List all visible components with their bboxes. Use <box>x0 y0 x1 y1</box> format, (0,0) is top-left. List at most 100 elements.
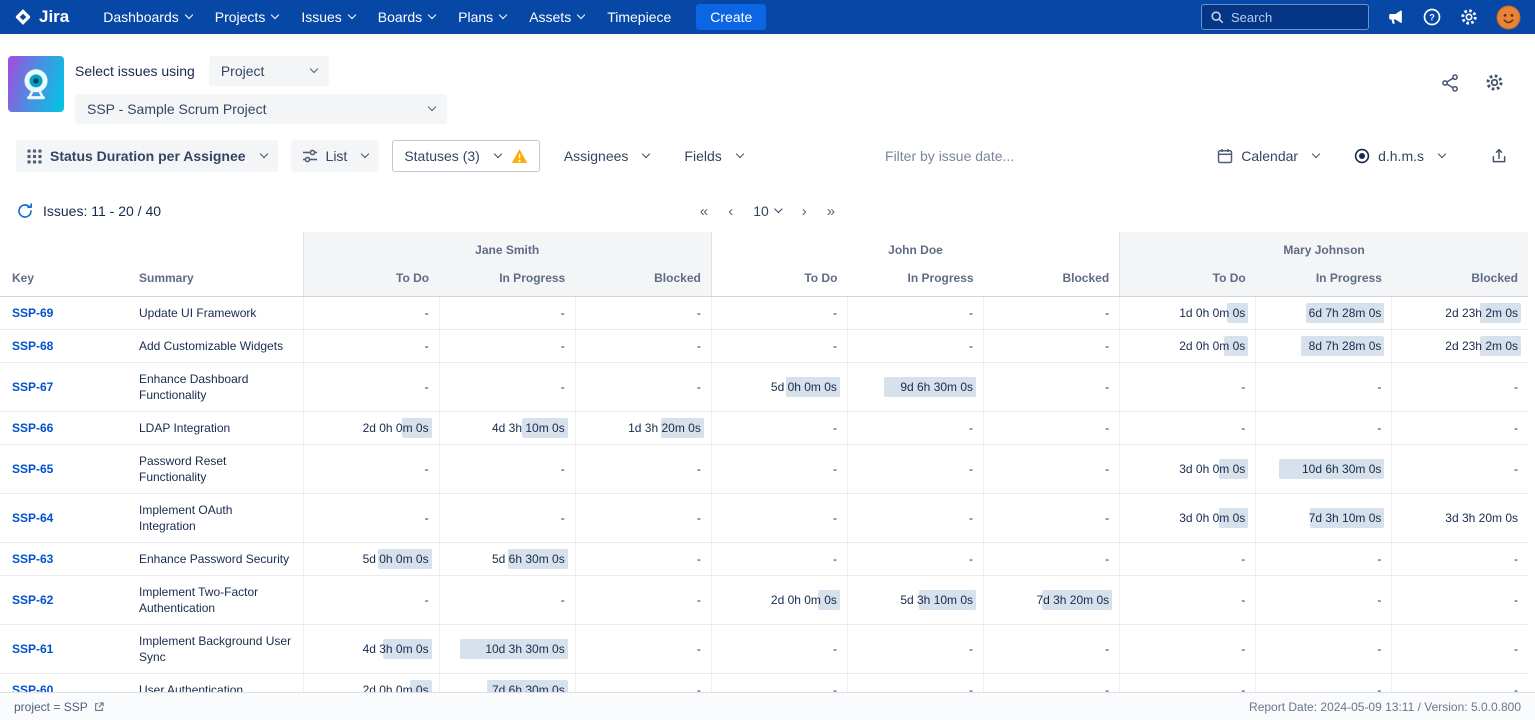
duration-value: 1d 3h 20m 0s <box>628 421 701 435</box>
duration-cell: 2d 23h 2m 0s <box>1392 297 1528 330</box>
issue-date-filter-input[interactable] <box>885 148 1075 164</box>
nav-item-boards[interactable]: Boards <box>378 9 435 25</box>
chevron-down-icon <box>577 11 585 19</box>
duration-value: 2d 0h 0m 0s <box>1179 339 1245 353</box>
duration-cell-empty: - <box>984 494 1120 543</box>
share-icon[interactable] <box>1440 73 1460 93</box>
jql-filter-link[interactable]: project = SSP <box>14 700 105 714</box>
refresh-button[interactable] <box>16 202 34 220</box>
chevron-down-icon <box>494 150 502 158</box>
duration-cell-empty: - <box>984 445 1120 494</box>
nav-item-projects[interactable]: Projects <box>215 9 279 25</box>
issue-key-link[interactable]: SSP-64 <box>12 511 53 525</box>
duration-value: 5d 0h 0m 0s <box>363 552 429 566</box>
announcements-icon[interactable] <box>1386 8 1405 27</box>
footer: project = SSP Report Date: 2024-05-09 13… <box>0 692 1535 720</box>
duration-cell: 5d 6h 30m 0s <box>439 543 575 576</box>
issue-key-link[interactable]: SSP-63 <box>12 552 53 566</box>
duration-cell: 6d 7h 28m 0s <box>1256 297 1392 330</box>
duration-cell: 3d 0h 0m 0s <box>1120 494 1256 543</box>
report-settings-gear-icon[interactable] <box>1484 72 1505 93</box>
issue-source-mode-select[interactable]: Project <box>209 56 329 86</box>
next-page-button[interactable]: › <box>802 203 807 220</box>
duration-cell-empty: - <box>1120 543 1256 576</box>
nav-item-dashboards[interactable]: Dashboards <box>103 9 192 25</box>
create-button[interactable]: Create <box>696 4 766 30</box>
status-column-header: Blocked <box>575 264 711 297</box>
page-size-select[interactable]: 10 <box>753 203 782 219</box>
issue-key-link[interactable]: SSP-68 <box>12 339 53 353</box>
issue-summary: Enhance Dashboard Functionality <box>135 363 303 412</box>
duration-cell: 7d 6h 30m 0s <box>439 674 575 693</box>
duration-cell: 2d 0h 0m 0s <box>1120 330 1256 363</box>
status-column-header: In Progress <box>439 264 575 297</box>
issue-key-link[interactable]: SSP-61 <box>12 642 53 656</box>
duration-cell-empty: - <box>575 297 711 330</box>
calendar-selector[interactable]: Calendar <box>1206 140 1330 172</box>
issue-key-link[interactable]: SSP-66 <box>12 421 53 435</box>
duration-format-icon <box>1354 148 1370 164</box>
statuses-filter[interactable]: Statuses (3) <box>392 140 539 172</box>
header-actions <box>1440 56 1519 93</box>
summary-column-header: Summary <box>135 264 303 297</box>
issue-key-link[interactable]: SSP-67 <box>12 380 53 394</box>
chevron-down-icon <box>271 11 279 19</box>
duration-cell-empty: - <box>1392 625 1528 674</box>
duration-cell: 9d 6h 30m 0s <box>847 363 983 412</box>
duration-cell-empty: - <box>984 412 1120 445</box>
report-type-selector[interactable]: Status Duration per Assignee <box>16 140 278 172</box>
nav-item-assets[interactable]: Assets <box>529 9 584 25</box>
prev-page-button[interactable]: ‹ <box>728 203 733 220</box>
issue-key-link[interactable]: SSP-65 <box>12 462 53 476</box>
chevron-down-icon <box>736 150 744 158</box>
duration-cell-empty: - <box>575 543 711 576</box>
nav-item-plans[interactable]: Plans <box>458 9 506 25</box>
issue-key-cell: SSP-60 <box>0 674 135 693</box>
report-table: Jane SmithJohn DoeMary JohnsonKeySummary… <box>0 232 1528 692</box>
duration-cell-empty: - <box>984 625 1120 674</box>
jira-home-link[interactable]: Jira <box>14 7 69 27</box>
project-select[interactable]: SSP - Sample Scrum Project <box>75 94 447 124</box>
duration-value: 8d 7h 28m 0s <box>1309 339 1382 353</box>
calendar-label: Calendar <box>1241 148 1298 164</box>
view-selector[interactable]: List <box>291 140 380 172</box>
duration-cell-empty: - <box>303 494 439 543</box>
duration-cell-empty: - <box>575 625 711 674</box>
brand-name: Jira <box>39 7 69 27</box>
issue-key-link[interactable]: SSP-60 <box>12 683 53 692</box>
issue-row: SSP-62 Implement Two-Factor Authenticatio… <box>0 576 1528 625</box>
first-page-button[interactable]: « <box>700 203 708 220</box>
export-button[interactable] <box>1479 140 1519 172</box>
duration-cell-empty: - <box>711 674 847 693</box>
duration-cell: 3d 0h 0m 0s <box>1120 445 1256 494</box>
svg-text:?: ? <box>1429 12 1435 22</box>
issue-key-link[interactable]: SSP-69 <box>12 306 53 320</box>
duration-cell-empty: - <box>575 363 711 412</box>
nav-item-label: Timepiece <box>607 9 671 25</box>
status-column-header: To Do <box>1120 264 1256 297</box>
fields-selector[interactable]: Fields <box>673 140 753 172</box>
help-icon[interactable]: ? <box>1422 7 1442 27</box>
last-page-button[interactable]: » <box>827 203 835 220</box>
nav-item-issues[interactable]: Issues <box>301 9 354 25</box>
issue-summary: Implement Two-Factor Authentication <box>135 576 303 625</box>
assignee-group-header: Jane Smith <box>303 232 711 264</box>
export-icon <box>1490 147 1508 165</box>
duration-value: 2d 23h 2m 0s <box>1445 306 1518 320</box>
issue-summary: Implement OAuth Integration <box>135 494 303 543</box>
duration-cell-empty: - <box>575 445 711 494</box>
issue-key-link[interactable]: SSP-62 <box>12 593 53 607</box>
duration-value: 4d 3h 10m 0s <box>492 421 565 435</box>
duration-cell-empty: - <box>847 494 983 543</box>
user-avatar[interactable] <box>1496 5 1521 30</box>
duration-cell-empty: - <box>303 445 439 494</box>
statuses-filter-label: Statuses (3) <box>404 148 479 164</box>
time-format-selector[interactable]: d.h.m.s <box>1343 140 1456 172</box>
settings-gear-icon[interactable] <box>1459 7 1479 27</box>
nav-item-timepiece[interactable]: Timepiece <box>607 9 671 25</box>
key-column-header: Key <box>0 264 135 297</box>
global-search[interactable] <box>1201 4 1369 30</box>
duration-cell-empty: - <box>711 330 847 363</box>
assignees-filter[interactable]: Assignees <box>553 140 661 172</box>
search-input[interactable] <box>1231 10 1360 25</box>
